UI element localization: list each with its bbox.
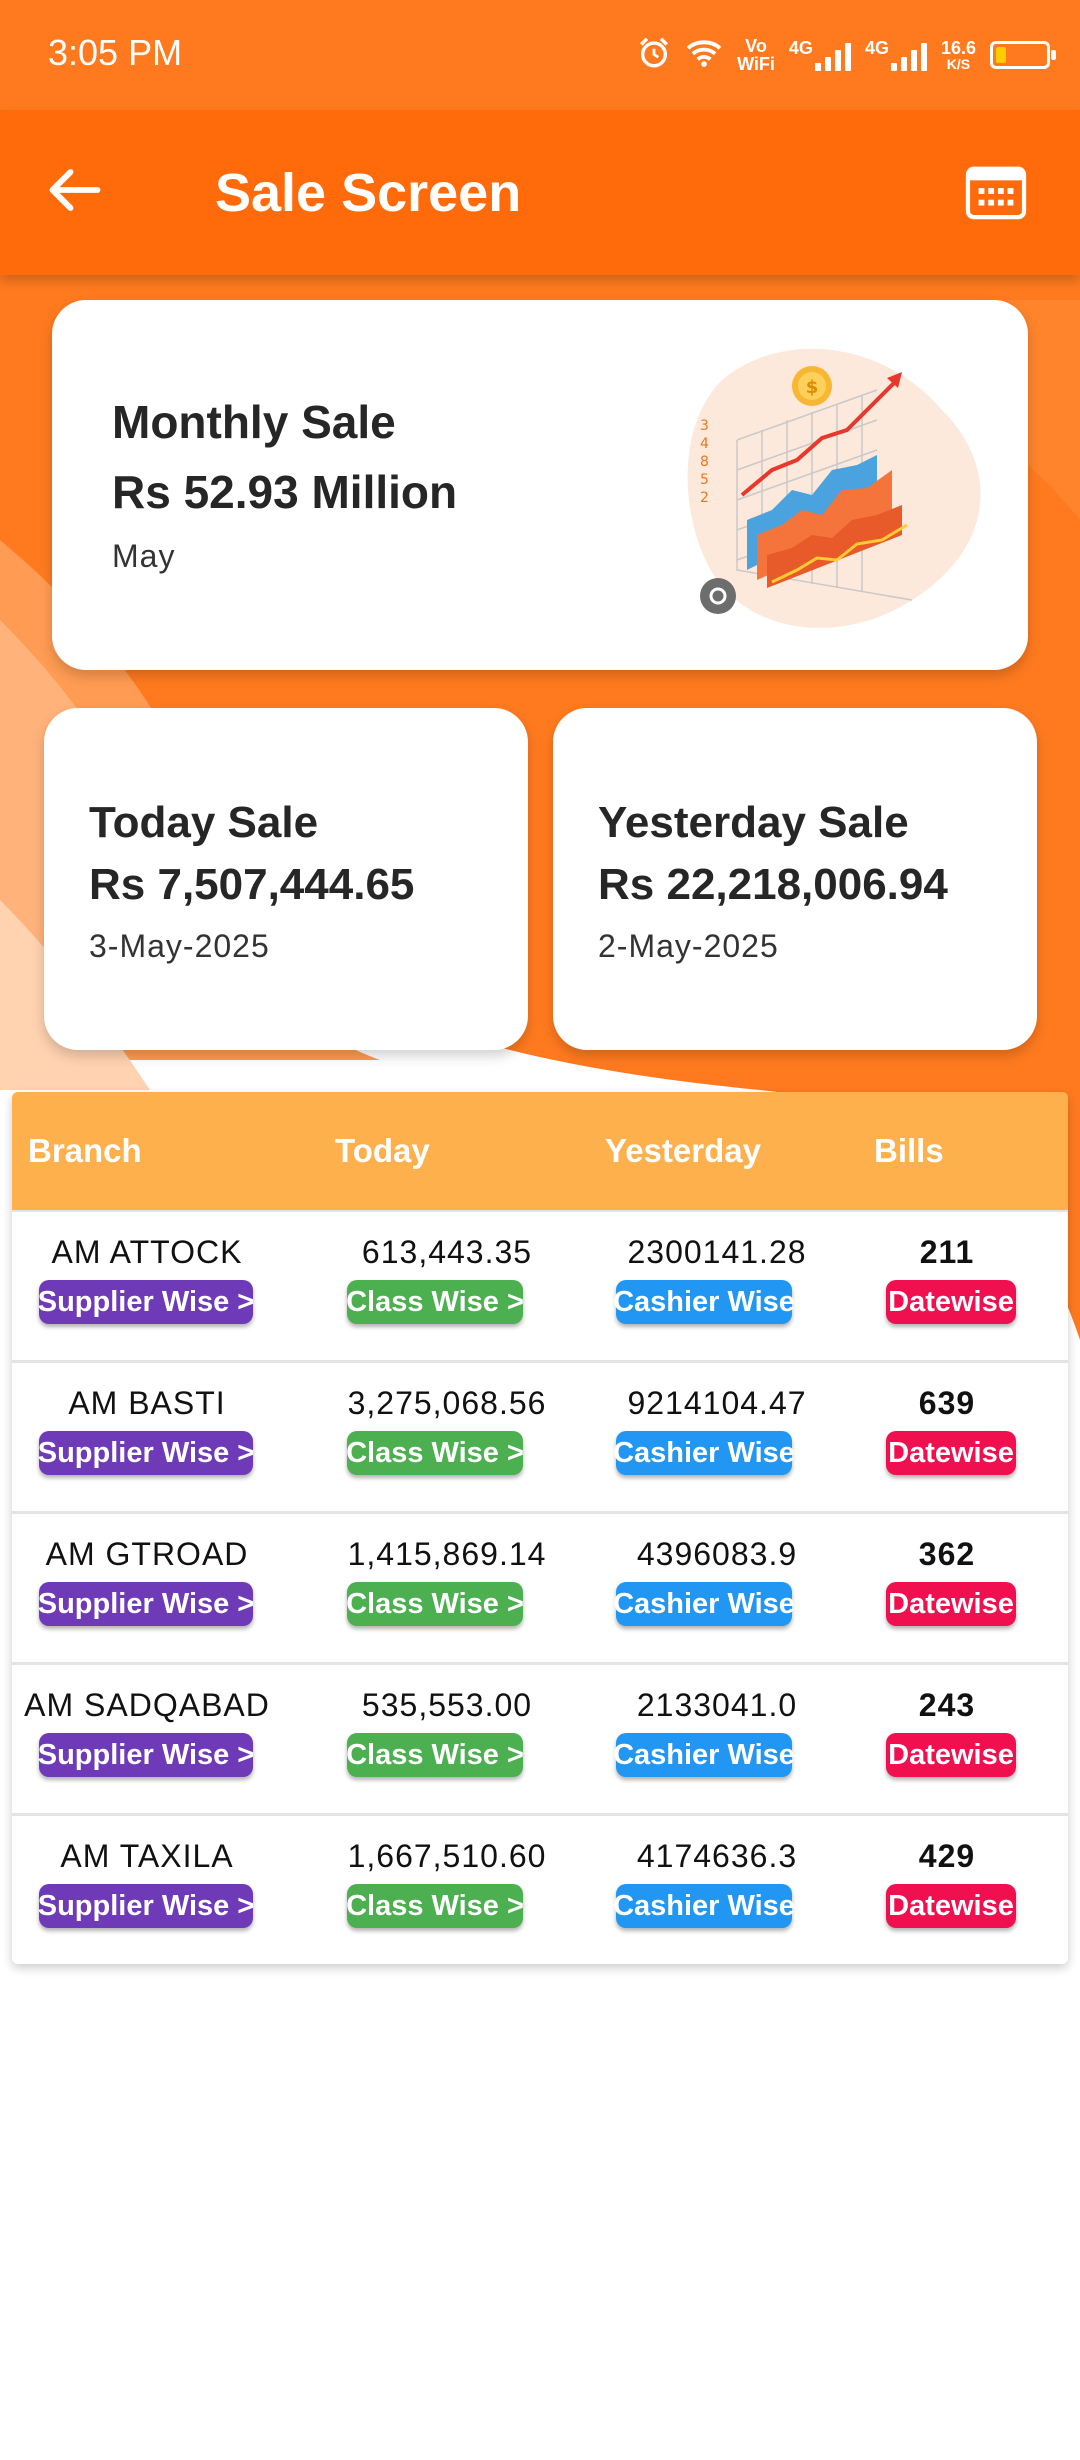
arrow-left-icon — [49, 169, 101, 211]
monthly-sale-period: May — [112, 538, 176, 574]
table-row: AM GTROAD 1,415,869.14 4396083.9 362 Sup… — [12, 1514, 1068, 1665]
today-sale-label: Today Sale — [89, 798, 319, 847]
column-header-branch: Branch — [28, 1132, 142, 1169]
calendar-button[interactable] — [964, 162, 1028, 222]
today-sale-date: 3-May-2025 — [89, 928, 270, 964]
supplier-wise-button[interactable]: Supplier Wise > — [38, 1431, 254, 1475]
class-wise-button[interactable]: Class Wise > — [346, 1582, 524, 1626]
branch-name: AM ATTOCK — [51, 1234, 243, 1270]
vowifi-icon: Vo WiFi — [737, 37, 775, 73]
back-button[interactable] — [40, 155, 110, 225]
table-header: Branch Today Yesterday Bills — [12, 1092, 1068, 1212]
table-row: AM TAXILA 1,667,510.60 4174636.3 429 Sup… — [12, 1816, 1068, 1964]
speed-unit: K/S — [946, 56, 971, 72]
yesterday-amount: 4396083.9 — [636, 1536, 798, 1572]
battery-icon — [990, 41, 1056, 69]
branch-name: AM GTROAD — [45, 1536, 249, 1572]
supplier-wise-button[interactable]: Supplier Wise > — [38, 1280, 254, 1324]
wifi-icon — [685, 37, 723, 73]
table-row: AM BASTI 3,275,068.56 9214104.47 639 Sup… — [12, 1363, 1068, 1514]
cashier-wise-button[interactable]: Cashier Wise — [613, 1884, 795, 1928]
bills-count: 429 — [918, 1838, 976, 1874]
bills-count: 362 — [918, 1536, 976, 1572]
svg-text:5: 5 — [700, 472, 709, 488]
datewise-button[interactable]: Datewise — [886, 1733, 1016, 1777]
today-amount: 1,667,510.60 — [347, 1838, 547, 1874]
alarm-icon — [637, 36, 671, 74]
yesterday-sale-date: 2-May-2025 — [598, 928, 779, 964]
today-sale-card[interactable]: Today Sale Rs 7,507,444.65 3-May-2025 — [44, 708, 528, 1050]
today-amount: 3,275,068.56 — [347, 1385, 547, 1421]
datewise-button[interactable]: Datewise — [886, 1582, 1016, 1626]
status-time: 3:05 PM — [48, 32, 183, 73]
svg-text:8: 8 — [700, 454, 709, 470]
branch-name: AM SADQABAD — [24, 1687, 270, 1723]
monthly-sale-value: Rs 52.93 Million — [112, 466, 458, 518]
branch-name: AM TAXILA — [60, 1838, 234, 1874]
monthly-sale-card[interactable]: Monthly Sale Rs 52.93 Million May $ 3 4 … — [52, 300, 1028, 670]
today-amount: 613,443.35 — [361, 1234, 533, 1270]
network-type-2: 4G — [864, 38, 889, 58]
svg-text:2: 2 — [700, 490, 709, 506]
monthly-sale-label: Monthly Sale — [112, 396, 396, 448]
signal-4g-icon: 4G — [865, 39, 927, 71]
cashier-wise-button[interactable]: Cashier Wise — [613, 1431, 795, 1475]
branch-name: AM BASTI — [68, 1385, 226, 1421]
datewise-button[interactable]: Datewise — [886, 1884, 1016, 1928]
yesterday-sale-value: Rs 22,218,006.94 — [598, 860, 948, 909]
bills-count: 211 — [919, 1234, 975, 1270]
column-header-bills: Bills — [874, 1132, 944, 1169]
cashier-wise-button[interactable]: Cashier Wise — [613, 1733, 795, 1777]
class-wise-button[interactable]: Class Wise > — [346, 1733, 524, 1777]
yesterday-amount: 4174636.3 — [636, 1838, 798, 1874]
today-sale-value: Rs 7,507,444.65 — [89, 860, 415, 909]
vowifi-top: Vo — [745, 36, 767, 56]
table-row: AM ATTOCK 613,443.35 2300141.28 211 Supp… — [12, 1212, 1068, 1363]
datewise-button[interactable]: Datewise — [886, 1280, 1016, 1324]
today-amount: 535,553.00 — [361, 1687, 533, 1723]
signal-4g-icon: 4G — [789, 39, 851, 71]
class-wise-button[interactable]: Class Wise > — [346, 1884, 524, 1928]
branch-sales-table: Branch Today Yesterday Bills AM ATTOCK 6… — [12, 1092, 1068, 1964]
table-row: AM SADQABAD 535,553.00 2133041.0 243 Sup… — [12, 1665, 1068, 1816]
yesterday-amount: 2133041.0 — [636, 1687, 798, 1723]
status-icons: Vo WiFi 4G 4G 16.6 K/S — [637, 30, 1056, 80]
svg-text:4: 4 — [700, 436, 709, 452]
cashier-wise-button[interactable]: Cashier Wise — [613, 1582, 795, 1626]
supplier-wise-button[interactable]: Supplier Wise > — [38, 1884, 254, 1928]
network-speed: 16.6 K/S — [941, 39, 976, 71]
status-bar: 3:05 PM Vo WiFi 4G 4G 16.6 K/S — [0, 0, 1080, 110]
sales-chart-illustration: $ 3 4 8 5 2 — [687, 348, 981, 628]
cashier-wise-button[interactable]: Cashier Wise — [613, 1280, 795, 1324]
class-wise-button[interactable]: Class Wise > — [346, 1280, 524, 1324]
vowifi-bottom: WiFi — [737, 54, 775, 74]
bills-count: 243 — [918, 1687, 976, 1723]
sale-screen: 3:05 PM Vo WiFi 4G 4G 16.6 K/S Sale Scre… — [0, 0, 1080, 2460]
yesterday-amount: 9214104.47 — [627, 1385, 807, 1421]
column-header-today: Today — [335, 1132, 430, 1169]
yesterday-sale-card[interactable]: Yesterday Sale Rs 22,218,006.94 2-May-20… — [553, 708, 1037, 1050]
speed-value: 16.6 — [940, 38, 976, 58]
today-amount: 1,415,869.14 — [347, 1536, 547, 1572]
svg-text:$: $ — [806, 377, 819, 398]
yesterday-sale-label: Yesterday Sale — [598, 798, 909, 847]
calendar-icon — [965, 166, 1027, 220]
bills-count: 639 — [918, 1385, 976, 1421]
supplier-wise-button[interactable]: Supplier Wise > — [38, 1733, 254, 1777]
page-title: Sale Screen — [215, 163, 522, 223]
supplier-wise-button[interactable]: Supplier Wise > — [38, 1582, 254, 1626]
datewise-button[interactable]: Datewise — [886, 1431, 1016, 1475]
network-type-1: 4G — [788, 38, 813, 58]
app-bar: Sale Screen — [0, 110, 1080, 275]
yesterday-amount: 2300141.28 — [627, 1234, 807, 1270]
class-wise-button[interactable]: Class Wise > — [346, 1431, 524, 1475]
svg-text:3: 3 — [700, 418, 709, 434]
column-header-yesterday: Yesterday — [605, 1132, 761, 1169]
